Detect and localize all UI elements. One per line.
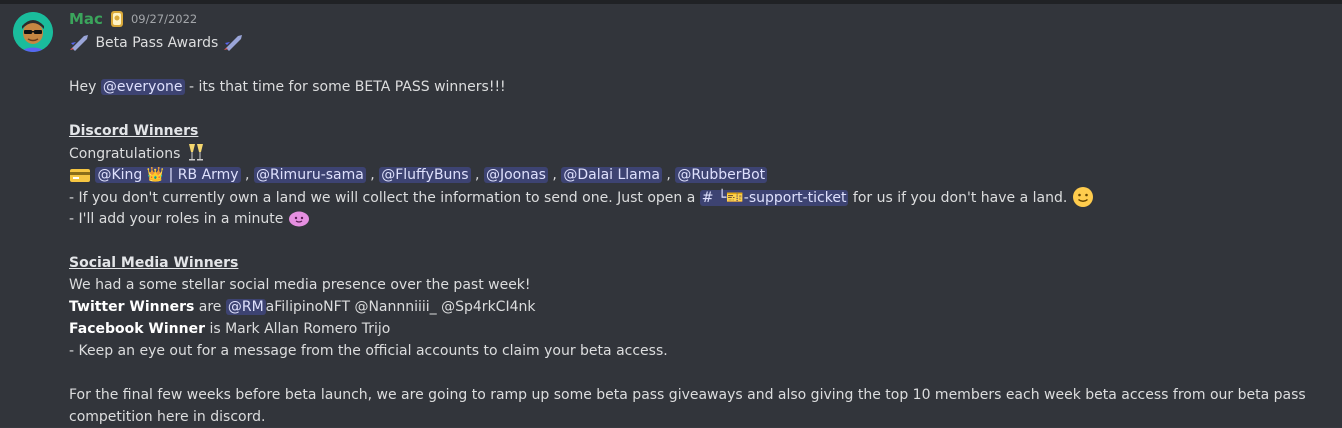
- winner-mention[interactable]: @King 👑 | RB Army: [95, 167, 241, 183]
- discord-heading-line: Discord Winners: [69, 120, 1329, 142]
- closing-text: For the final few weeks before beta laun…: [69, 387, 1306, 425]
- server-badge-icon[interactable]: [109, 10, 125, 28]
- social-heading-line: Social Media Winners: [69, 252, 1329, 274]
- greeting-line: Hey @everyone - its that time for some B…: [69, 76, 1329, 98]
- twitter-label: Twitter Winners: [69, 299, 195, 315]
- twitter-mention[interactable]: @RM: [225, 299, 266, 315]
- winner-mention[interactable]: @RubberBot: [675, 167, 768, 183]
- message-content: Beta Pass Awards Hey @everyone - its tha…: [69, 32, 1329, 428]
- roles-text: - I'll add your roles in a minute: [69, 211, 284, 227]
- title-line: Beta Pass Awards: [69, 32, 1329, 54]
- twitter-line: Twitter Winners are @RM aFilipinoNFT @Nan…: [69, 296, 1329, 318]
- winner-mention[interactable]: @Dalai Llama: [561, 167, 662, 183]
- facebook-rest-text: is Mark Allan Romero Trijo: [205, 321, 391, 337]
- social-note-text: - Keep an eye out for a message from the…: [69, 343, 668, 359]
- blob-emoji-icon: [288, 209, 310, 234]
- social-winners-heading: Social Media Winners: [69, 255, 239, 271]
- roles-line: - I'll add your roles in a minute: [69, 208, 1329, 230]
- twitter-are-text: are: [194, 299, 226, 315]
- message-timestamp: 09/27/2022: [130, 12, 198, 26]
- greeting-text-post: - its that time for some BETA PASS winne…: [184, 79, 506, 95]
- info-text-post: for us if you don't have a land.: [848, 190, 1068, 206]
- social-intro-text: We had a some stellar social media prese…: [69, 277, 531, 293]
- chat-message: Mac 09/27/2022 Beta Pass Awards Hey @eve…: [0, 4, 1342, 427]
- author-name[interactable]: Mac: [69, 10, 103, 28]
- closing-line: For the final few weeks before beta laun…: [69, 384, 1329, 428]
- avatar[interactable]: [13, 12, 53, 52]
- rocket-icon: [223, 33, 245, 58]
- avatar-icon: [13, 12, 53, 52]
- winner-mention[interactable]: @Joonas: [483, 167, 548, 183]
- winner-mention[interactable]: @FluffyBuns: [379, 167, 471, 183]
- rocket-icon: [69, 33, 91, 58]
- facebook-line: Facebook Winner is Mark Allan Romero Tri…: [69, 318, 1329, 340]
- greeting-text-pre: Hey: [69, 79, 101, 95]
- support-ticket-channel-link[interactable]: # └🎫-support-ticket: [699, 190, 849, 206]
- message-header: Mac 09/27/2022: [69, 8, 197, 30]
- winner-mention[interactable]: @Rimuru-sama: [253, 167, 366, 183]
- info-text-pre: - If you don't currently own a land we w…: [69, 190, 700, 206]
- twitter-rest-text: aFilipinoNFT @Nannniiii_ @Sp4rkCI4nk: [265, 299, 536, 315]
- social-intro-line: We had a some stellar social media prese…: [69, 274, 1329, 296]
- social-note-line: - Keep an eye out for a message from the…: [69, 340, 1329, 362]
- info-line: - If you don't currently own a land we w…: [69, 186, 1329, 208]
- winners-line: @King 👑 | RB Army , @Rimuru-sama , @Fluf…: [69, 164, 1329, 186]
- message-title: Beta Pass Awards: [95, 35, 219, 51]
- discord-winners-heading: Discord Winners: [69, 123, 199, 139]
- facebook-label: Facebook Winner: [69, 321, 206, 337]
- everyone-mention[interactable]: @everyone: [100, 79, 185, 95]
- congrats-text: Congratulations: [69, 146, 181, 162]
- congrats-line: Congratulations: [69, 142, 1329, 164]
- smile-icon: [1072, 186, 1094, 215]
